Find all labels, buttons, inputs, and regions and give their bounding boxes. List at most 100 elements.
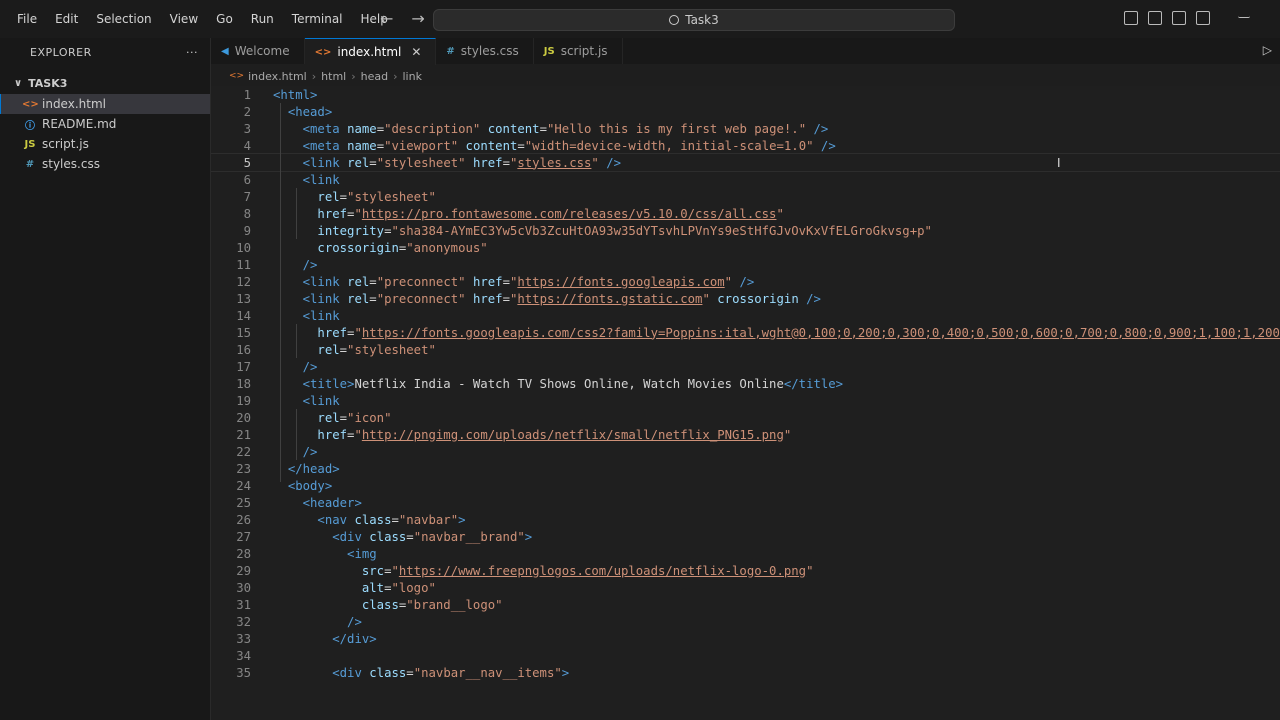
code-line: href="https://pro.fontawesome.com/releas… bbox=[317, 206, 784, 221]
explorer-title: EXPLORER bbox=[30, 45, 92, 59]
menu-view[interactable]: View bbox=[161, 12, 207, 26]
code-line: href="http://pngimg.com/uploads/netflix/… bbox=[317, 427, 792, 442]
customize-layout-icon[interactable] bbox=[1196, 11, 1210, 25]
chevron-right-icon: › bbox=[393, 69, 398, 83]
code-line: <nav class="navbar"> bbox=[317, 512, 466, 527]
code-line: class="brand__logo" bbox=[361, 597, 503, 612]
html-file-icon: <> bbox=[314, 46, 332, 58]
tab-label: styles.css bbox=[460, 44, 519, 58]
workspace-label: Task3 bbox=[685, 13, 719, 27]
search-icon bbox=[669, 15, 680, 25]
tab-label: index.html bbox=[337, 45, 402, 59]
code-line: <link rel="preconnect" href="https://fon… bbox=[302, 291, 821, 306]
code-line: <link bbox=[302, 308, 340, 323]
code-line: </head> bbox=[287, 461, 340, 476]
code-line: <html> bbox=[273, 87, 318, 102]
code-line: <link rel="preconnect" href="https://fon… bbox=[302, 274, 755, 289]
code-line: alt="logo" bbox=[361, 580, 436, 595]
js-file-icon: JS bbox=[543, 45, 555, 57]
menu-bar: File Edit Selection View Go Run Terminal… bbox=[8, 12, 397, 26]
minimize-icon[interactable] bbox=[1238, 11, 1250, 18]
more-actions-icon[interactable]: ··· bbox=[186, 46, 198, 59]
breadcrumb-item[interactable]: link bbox=[403, 70, 422, 83]
code-line: /> bbox=[302, 359, 318, 374]
tab-welcome[interactable]: ◀ Welcome bbox=[211, 38, 305, 64]
code-line: <link bbox=[302, 393, 340, 408]
css-file-icon: # bbox=[446, 45, 455, 57]
file-label: styles.css bbox=[42, 157, 100, 171]
menu-go[interactable]: Go bbox=[207, 12, 242, 26]
code-line: src="https://www.freepnglogos.com/upload… bbox=[361, 563, 814, 578]
page-title-text: Netflix India - Watch TV Shows Online, W… bbox=[354, 376, 784, 391]
vscode-icon: ◀ bbox=[221, 45, 229, 57]
menu-edit[interactable]: Edit bbox=[46, 12, 87, 26]
folder-task3[interactable]: ∨ TASK3 bbox=[0, 72, 210, 94]
code-line: <div class="navbar__nav__items"> bbox=[332, 665, 570, 680]
chevron-right-icon: › bbox=[351, 69, 356, 83]
file-readme-md[interactable]: ⓘ README.md bbox=[0, 114, 210, 134]
tab-styles-css[interactable]: # styles.css bbox=[436, 38, 534, 64]
code-line: rel="icon" bbox=[317, 410, 392, 425]
folder-label: TASK3 bbox=[28, 76, 68, 90]
file-label: README.md bbox=[42, 117, 117, 131]
file-styles-css[interactable]: # styles.css bbox=[0, 154, 210, 174]
tab-index-html[interactable]: <> index.html ✕ bbox=[304, 38, 437, 65]
icon-url[interactable]: http://pngimg.com/uploads/netflix/small/… bbox=[362, 428, 784, 442]
js-file-icon: JS bbox=[24, 138, 36, 150]
info-file-icon: ⓘ bbox=[25, 120, 35, 132]
code-line: <body> bbox=[287, 478, 333, 493]
code-line: /> bbox=[302, 257, 318, 272]
menu-terminal[interactable]: Terminal bbox=[283, 12, 352, 26]
file-script-js[interactable]: JS script.js bbox=[0, 134, 210, 154]
code-line: /> bbox=[302, 444, 318, 459]
file-index-html[interactable]: <> index.html bbox=[0, 94, 210, 114]
file-label: index.html bbox=[42, 97, 106, 111]
code-line: <meta name="viewport" content="width=dev… bbox=[302, 138, 836, 153]
tab-label: script.js bbox=[560, 44, 608, 58]
code-line: rel="stylesheet" bbox=[317, 189, 436, 204]
code-line: <link bbox=[302, 172, 340, 187]
text-cursor-icon: I bbox=[1057, 156, 1061, 170]
explorer-sidebar: EXPLORER ··· ∨ TASK3 <> index.html ⓘ REA… bbox=[0, 38, 211, 720]
tab-label: Welcome bbox=[234, 44, 290, 58]
breadcrumb: <> index.html › html › head › link bbox=[211, 66, 422, 86]
code-line: </div> bbox=[332, 631, 377, 646]
chevron-right-icon: › bbox=[311, 69, 317, 83]
command-center-search[interactable]: Task3 bbox=[433, 9, 955, 31]
toggle-secondary-sidebar-icon[interactable] bbox=[1172, 11, 1186, 25]
run-icon[interactable]: ▷ bbox=[1263, 43, 1272, 57]
logo-url[interactable]: https://www.freepnglogos.com/uploads/net… bbox=[399, 564, 806, 578]
tab-script-js[interactable]: JS script.js bbox=[534, 38, 623, 64]
code-line: crossorigin="anonymous" bbox=[317, 240, 488, 255]
code-line: <div class="navbar__brand"> bbox=[332, 529, 533, 544]
html-file-icon: <> bbox=[22, 98, 39, 110]
css-file-icon: # bbox=[25, 158, 35, 170]
html-file-icon: <> bbox=[229, 71, 245, 81]
menu-selection[interactable]: Selection bbox=[87, 12, 160, 26]
code-line: <meta name="description" content="Hello … bbox=[302, 121, 829, 136]
code-line: <header> bbox=[302, 495, 362, 510]
code-line: <img bbox=[347, 546, 377, 561]
code-line: rel="stylesheet" bbox=[317, 342, 436, 357]
code-line: href="https://fonts.googleapis.com/css2?… bbox=[317, 325, 1280, 340]
code-line: <head> bbox=[287, 104, 333, 119]
breadcrumb-item[interactable]: head bbox=[361, 70, 388, 83]
breadcrumb-item[interactable]: index.html bbox=[248, 70, 307, 83]
code-editor[interactable]: 1 <html> 2 <head> 3 <meta name="descripti… bbox=[211, 86, 1280, 720]
forward-arrow-icon[interactable]: → bbox=[411, 9, 424, 28]
code-line: /> bbox=[347, 614, 362, 629]
breadcrumb-item[interactable]: html bbox=[321, 70, 346, 83]
toggle-panel-icon[interactable] bbox=[1148, 11, 1162, 25]
title-bar: File Edit Selection View Go Run Terminal… bbox=[0, 0, 1280, 38]
close-icon[interactable]: ✕ bbox=[411, 45, 421, 59]
back-arrow-icon[interactable]: ← bbox=[380, 9, 393, 28]
editor-tabs: ◀ Welcome <> index.html ✕ # styles.css J… bbox=[211, 38, 1280, 65]
code-line: <title>Netflix India - Watch TV Shows On… bbox=[302, 376, 844, 391]
menu-run[interactable]: Run bbox=[242, 12, 283, 26]
toggle-sidebar-icon[interactable] bbox=[1124, 11, 1138, 25]
menu-file[interactable]: File bbox=[8, 12, 46, 26]
code-line: <link rel="stylesheet" href="styles.css"… bbox=[302, 155, 622, 170]
code-line: integrity="sha384-AYmEC3Yw5cVb3ZcuHtOA93… bbox=[317, 223, 932, 238]
file-label: script.js bbox=[42, 137, 89, 151]
chevron-down-icon: ∨ bbox=[14, 77, 23, 89]
